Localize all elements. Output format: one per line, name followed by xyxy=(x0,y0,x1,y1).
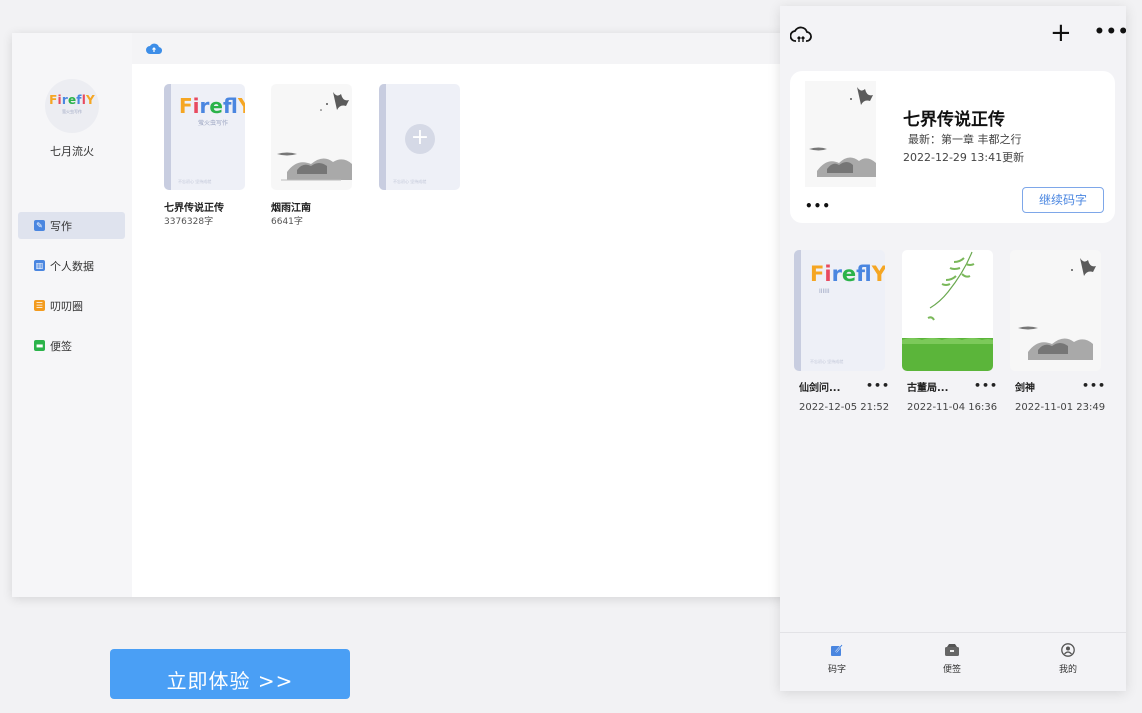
cover-footer: 不忘初心 坚持成就 xyxy=(178,179,212,184)
desktop-sidebar: FireflY 萤火虫写作 七月流火 ✎ 写作 ▥ 个人数据 ☰ 叨叨圈 ▬ 便… xyxy=(12,33,132,597)
book-cover-xianjian[interactable]: FireflY IIIIII 不忘初心 坚持成就 xyxy=(794,250,885,371)
book-cover-jianshen[interactable] xyxy=(1010,250,1101,371)
sidebar-item-label: 写作 xyxy=(50,219,72,233)
more-button[interactable]: ••• xyxy=(1094,22,1126,42)
book-title[interactable]: 剑神 xyxy=(1015,379,1035,394)
mobile-app-panel: + ••• 七界传说正传 最新：第一章 丰都之行 2022-12-29 13:4… xyxy=(780,6,1126,691)
book-spine xyxy=(794,250,801,371)
write-icon xyxy=(807,643,867,660)
sidebar-item-writing[interactable]: ✎ 写作 xyxy=(18,212,125,239)
sidebar-item-label: 便签 xyxy=(50,339,72,353)
tab-label: 我的 xyxy=(1058,665,1077,675)
firefly-logo: FireflY xyxy=(179,94,245,118)
profile-icon xyxy=(1038,643,1098,660)
tab-profile[interactable]: 我的 xyxy=(1038,643,1098,675)
sidebar-item-notes[interactable]: ▬ 便签 xyxy=(18,332,125,359)
note-icon xyxy=(922,643,982,660)
pencil-icon: ✎ xyxy=(34,220,45,231)
cloud-sync-icon[interactable] xyxy=(146,41,163,60)
firefly-logo: FireflY xyxy=(810,262,885,286)
update-time: 2022-12-29 13:41更新 xyxy=(903,151,1025,164)
book-more-button[interactable]: ••• xyxy=(1082,379,1106,392)
sidebar-item-chat-circle[interactable]: ☰ 叨叨圈 xyxy=(18,292,125,319)
current-book-cover xyxy=(805,81,876,187)
ink-landscape-image xyxy=(277,92,352,181)
chart-icon: ▥ xyxy=(34,260,45,271)
desktop-top-bar xyxy=(132,33,812,64)
book-more-button[interactable]: ••• xyxy=(866,379,890,392)
cover-subtitle: 萤火虫写作 xyxy=(198,120,229,127)
book-title[interactable]: 仙剑问... xyxy=(799,379,840,394)
book-title[interactable]: 七界传说正传 xyxy=(164,199,224,214)
try-now-button[interactable]: 立即体验 >> xyxy=(110,649,350,699)
book-word-count: 3376328字 xyxy=(164,217,214,227)
username: 七月流火 xyxy=(50,145,94,158)
desktop-app-window: FireflY 萤火虫写作 七月流火 ✎ 写作 ▥ 个人数据 ☰ 叨叨圈 ▬ 便… xyxy=(12,33,812,597)
bottom-tab-bar: 码字 便签 我的 xyxy=(780,632,1126,691)
add-button[interactable]: + xyxy=(1050,20,1072,46)
sidebar-item-personal-data[interactable]: ▥ 个人数据 xyxy=(18,252,125,279)
current-book-title: 七界传说正传 xyxy=(903,110,1005,130)
book-spine xyxy=(164,84,171,190)
book-cover-qijie[interactable]: FireflY 萤火虫写作 不忘初心 坚持成就 xyxy=(164,84,245,190)
sidebar-item-label: 叨叨圈 xyxy=(50,299,83,313)
cover-footer: 不忘初心 坚持成就 xyxy=(393,179,427,184)
add-icon: + xyxy=(405,124,435,154)
tab-label: 码字 xyxy=(827,665,846,675)
note-icon: ▬ xyxy=(34,340,45,351)
book-more-button[interactable]: ••• xyxy=(974,379,998,392)
firefly-logo: FireflY xyxy=(49,93,95,107)
book-spine xyxy=(379,84,386,190)
book-word-count: 6641字 xyxy=(271,217,303,227)
tab-write[interactable]: 码字 xyxy=(807,643,867,675)
ink-landscape-image xyxy=(809,87,876,177)
book-cover-yanyu[interactable] xyxy=(271,84,352,190)
continue-writing-button[interactable]: 继续码字 xyxy=(1022,187,1104,213)
book-date: 2022-12-05 21:52 xyxy=(799,402,890,413)
tab-notes[interactable]: 便签 xyxy=(922,643,982,675)
willow-grass-image xyxy=(902,251,993,371)
book-title[interactable]: 烟雨江南 xyxy=(271,199,311,214)
chat-icon: ☰ xyxy=(34,300,45,311)
cover-subtitle: IIIIII xyxy=(819,288,830,295)
cover-footer: 不忘初心 坚持成就 xyxy=(810,359,844,364)
new-book-button[interactable]: + 不忘初心 坚持成就 xyxy=(379,84,460,190)
latest-chapter: 最新：第一章 丰都之行 xyxy=(908,133,1022,146)
book-date: 2022-11-01 23:49 xyxy=(1015,402,1106,413)
book-title[interactable]: 古董局... xyxy=(907,379,948,394)
current-book-card[interactable]: 七界传说正传 最新：第一章 丰都之行 2022-12-29 13:41更新 ••… xyxy=(790,71,1115,223)
book-cover-gudong[interactable] xyxy=(902,250,993,371)
book-date: 2022-11-04 16:36 xyxy=(907,402,998,413)
current-book-more-button[interactable]: ••• xyxy=(805,199,831,213)
cloud-upload-icon[interactable] xyxy=(789,26,812,48)
avatar[interactable]: FireflY 萤火虫写作 xyxy=(45,79,99,133)
mobile-header: + ••• xyxy=(780,6,1126,62)
avatar-subtitle: 萤火虫写作 xyxy=(62,109,82,114)
sidebar-item-label: 个人数据 xyxy=(50,259,94,273)
ink-landscape-image xyxy=(1018,258,1096,360)
tab-label: 便签 xyxy=(942,665,961,675)
